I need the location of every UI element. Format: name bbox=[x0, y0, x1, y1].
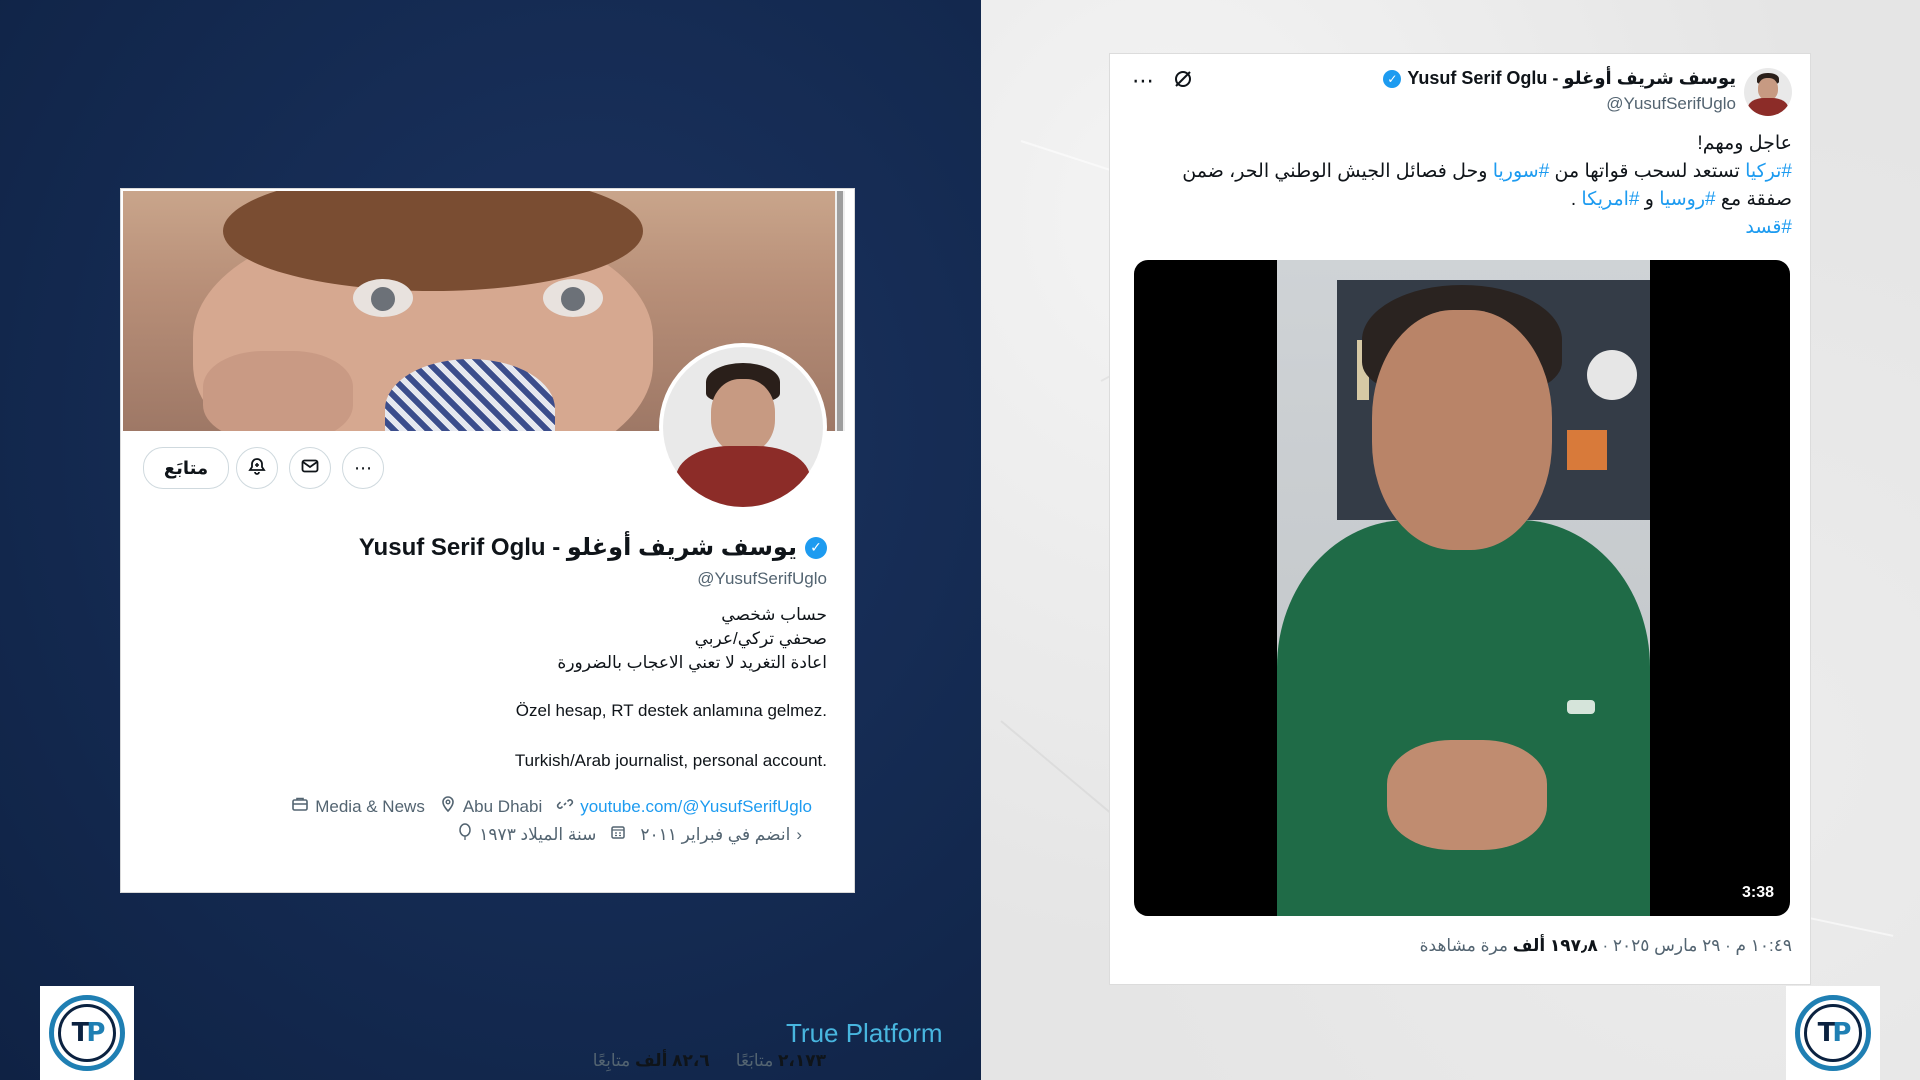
profile-avatar[interactable] bbox=[659, 343, 827, 511]
verified-badge-icon: ✓ bbox=[805, 536, 827, 559]
briefcase-icon bbox=[291, 795, 309, 818]
hashtag-russia[interactable]: #روسيا bbox=[1659, 189, 1715, 210]
tweet-timestamp[interactable]: ١٠:٤٩ م · ٢٩ مارس ٢٠٢٥ · bbox=[1598, 936, 1793, 955]
birth-text: سنة الميلاد ١٩٧٣ bbox=[479, 824, 597, 844]
category-text: Media & News bbox=[315, 796, 425, 816]
message-envelope-icon bbox=[300, 456, 320, 481]
link-icon bbox=[556, 795, 574, 818]
birth-item: سنة الميلاد ١٩٧٣ bbox=[457, 823, 596, 846]
more-options-icon[interactable]: ⋯ bbox=[1132, 68, 1154, 96]
bio-line: Özel hesap, RT destek anlamına gelmez. bbox=[515, 701, 827, 720]
true-platform-logo-right: TP bbox=[1786, 986, 1880, 1080]
views-count: ١٩٧٫٨ ألف bbox=[1512, 936, 1598, 955]
notification-bell-icon bbox=[247, 456, 267, 481]
bio-line: حساب شخصي bbox=[721, 605, 827, 624]
profile-display-name: Yusuf Serif Oglu - يوسف شريف أوغلو ✓ bbox=[359, 533, 827, 562]
brand-name: True Platform bbox=[786, 1018, 943, 1048]
tweet-video-player[interactable]: 3:38 bbox=[1134, 260, 1790, 916]
video-duration: 3:38 bbox=[1741, 884, 1774, 901]
verified-badge-icon: ✓ bbox=[1383, 69, 1402, 88]
grok-icon[interactable] bbox=[1172, 68, 1194, 96]
profile-meta-row-2: ‹ انضم في فبراير ٢٠١١ سنة الميلاد ١٩٧٣ bbox=[457, 823, 802, 846]
display-name-text: Yusuf Serif Oglu - يوسف شريف أوغلو bbox=[358, 534, 797, 561]
more-button[interactable]: ⋯ bbox=[342, 447, 384, 489]
balloon-icon bbox=[457, 823, 473, 846]
notify-button[interactable] bbox=[236, 447, 278, 489]
more-dots-icon: ⋯ bbox=[354, 457, 372, 478]
tweet-author-name-text: Yusuf Serif Oglu - يوسف شريف أوغلو bbox=[1407, 68, 1736, 88]
profile-card: متابَع ⋯ Yusuf Serif Oglu - يوسف شريف أو… bbox=[121, 189, 854, 1070]
video-frame bbox=[1277, 260, 1650, 916]
profile-bio: حساب شخصي صحفي تركي/عربي اعادة التغريد ل… bbox=[187, 603, 827, 773]
tweet-top-icons: ⋯ bbox=[1132, 68, 1194, 96]
joined-text: انضم في فبراير ٢٠١١ bbox=[640, 824, 791, 844]
profile-counts: ٢،١٧٣ متابَعًا ٨٢،٦ ألف متابِعًا bbox=[593, 1051, 826, 1071]
tweet-card: ✓ Yusuf Serif Oglu - يوسف شريف أوغلو @Yu… bbox=[1110, 54, 1810, 984]
bio-line: صحفي تركي/عربي bbox=[694, 629, 827, 648]
chevron-left-icon: ‹ bbox=[796, 824, 802, 844]
location-item: Abu Dhabi bbox=[439, 795, 542, 818]
location-pin-icon bbox=[439, 795, 457, 818]
hashtag-turkey[interactable]: #تركيا bbox=[1745, 161, 1792, 182]
calendar-icon bbox=[610, 824, 626, 845]
website-item[interactable]: youtube.com/@YusufSerifUglo bbox=[556, 795, 812, 818]
followers-count[interactable]: ٨٢،٦ ألف متابِعًا bbox=[593, 1051, 710, 1071]
following-button[interactable]: متابَع bbox=[143, 447, 229, 489]
location-text: Abu Dhabi bbox=[462, 796, 543, 816]
tweet-author-handle[interactable]: @YusufSerifUglo bbox=[1606, 94, 1736, 114]
bio-line: اعادة التغريد لا تعني الاعجاب بالضرورة bbox=[557, 653, 827, 672]
profile-meta-row: Media & News Abu Dhabi youtube.com/@Yusu… bbox=[291, 795, 812, 818]
hashtag-syria[interactable]: #سوريا bbox=[1493, 161, 1550, 182]
tweet-body: #تركيا تستعد لسحب قواتها من #سوريا وحل ف… bbox=[1182, 161, 1792, 210]
following-count[interactable]: ٢،١٧٣ متابَعًا bbox=[736, 1051, 826, 1071]
bio-line: Turkish/Arab journalist, personal accoun… bbox=[514, 751, 827, 770]
joined-item: ‹ انضم في فبراير ٢٠١١ bbox=[640, 825, 802, 845]
hashtag-america[interactable]: #امريكا bbox=[1581, 189, 1639, 210]
hashtag-sda[interactable]: #قسد bbox=[1745, 217, 1792, 238]
profile-handle: @YusufSerifUglo bbox=[697, 569, 827, 588]
tweet-author-name[interactable]: ✓ Yusuf Serif Oglu - يوسف شريف أوغلو bbox=[1383, 68, 1736, 89]
tweet-line-1: عاجل ومهم! bbox=[1697, 133, 1792, 154]
calendar-item bbox=[610, 824, 626, 845]
true-platform-logo-left: TP bbox=[40, 986, 134, 1080]
tweet-author-avatar[interactable] bbox=[1744, 68, 1792, 116]
tweet-text: عاجل ومهم! #تركيا تستعد لسحب قواتها من #… bbox=[1132, 130, 1792, 242]
website-link[interactable]: youtube.com/@YusufSerifUglo bbox=[580, 797, 812, 817]
tweet-footer: ١٠:٤٩ م · ٢٩ مارس ٢٠٢٥ · ١٩٧٫٨ ألف مرة م… bbox=[1419, 936, 1793, 955]
message-button[interactable] bbox=[289, 447, 331, 489]
category-item: Media & News bbox=[291, 795, 425, 818]
